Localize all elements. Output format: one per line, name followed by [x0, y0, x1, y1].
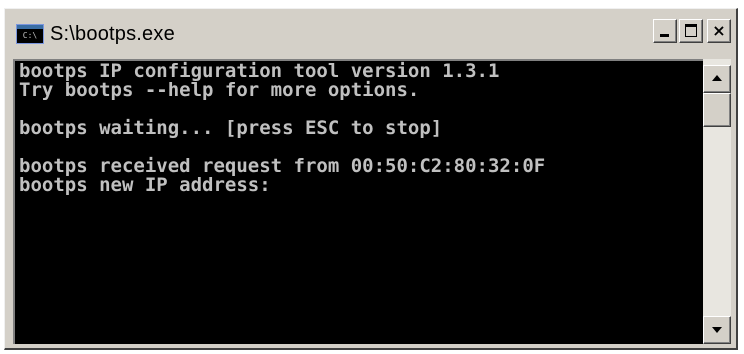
console-line: Try bootps --help for more options.	[19, 79, 420, 101]
title-buttons: ×	[653, 19, 731, 43]
scrollbar-thumb[interactable]	[703, 93, 731, 127]
vertical-scrollbar[interactable]	[703, 59, 731, 344]
maximize-button[interactable]	[679, 19, 703, 43]
console-output[interactable]: bootps IP configuration tool version 1.3…	[13, 59, 703, 344]
scroll-up-button[interactable]	[703, 65, 731, 93]
console-line: bootps new IP address:	[19, 174, 271, 196]
arrow-down-icon	[712, 327, 722, 333]
title-bar[interactable]: C:\ S:\bootps.exe ×	[8, 12, 733, 56]
window-title: S:\bootps.exe	[50, 22, 175, 45]
console-window: C:\ S:\bootps.exe × bootps IP configurat…	[4, 8, 738, 350]
scroll-down-button[interactable]	[703, 316, 731, 344]
arrow-up-icon	[712, 75, 722, 81]
close-icon: ×	[712, 21, 726, 40]
console-icon[interactable]: C:\	[16, 24, 44, 44]
minimize-icon	[660, 34, 669, 37]
minimize-button[interactable]	[653, 19, 677, 43]
close-button[interactable]: ×	[707, 19, 731, 43]
maximize-icon	[685, 24, 697, 37]
console-line: bootps waiting... [press ESC to stop]	[19, 117, 443, 139]
